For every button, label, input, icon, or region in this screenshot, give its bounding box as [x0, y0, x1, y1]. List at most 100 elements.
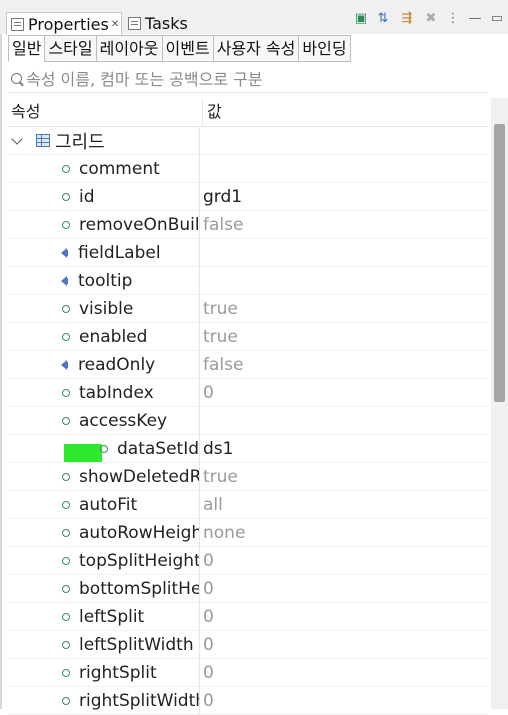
property-name-cell: autoFit	[8, 491, 200, 518]
property-table: 그리드 comment id grd1 removeOnBuild false field…	[8, 127, 488, 715]
property-name: topSplitHeight	[79, 550, 200, 571]
property-row[interactable]: showDeletedRowstrue	[8, 463, 488, 491]
tab-user-properties[interactable]: 사용자 속성	[212, 35, 300, 62]
filter-icon[interactable]: ⇶	[398, 10, 416, 28]
event-property-icon	[61, 247, 69, 258]
property-row[interactable]: rightSplit 0	[8, 659, 488, 687]
tab-binding[interactable]: 바인딩	[298, 35, 351, 62]
property-value[interactable]: 0	[200, 551, 214, 571]
property-filter-input[interactable]: 속성 이름, 컴마 또는 공백으로 구분	[8, 64, 488, 93]
more-icon[interactable]: ⋮	[444, 10, 462, 28]
property-value[interactable]: true	[200, 299, 238, 319]
property-row[interactable]: comment	[8, 155, 488, 183]
tab-properties-label: Properties	[28, 14, 109, 34]
property-row[interactable]: visible true	[8, 295, 488, 323]
property-row[interactable]: autoRowHeight none	[8, 519, 488, 547]
property-name-cell: showDeletedRows	[8, 463, 200, 490]
property-dot-icon	[62, 388, 70, 397]
property-row[interactable]: autoFit all	[8, 491, 488, 519]
sort-icon[interactable]: ⇅	[374, 10, 392, 28]
minimize-icon[interactable]: —	[466, 10, 484, 28]
tab-tasks[interactable]: Tasks	[124, 12, 188, 34]
tab-tasks-label: Tasks	[145, 13, 188, 33]
tab-style[interactable]: 스타일	[44, 35, 97, 62]
pin-icon[interactable]: ▣	[352, 10, 370, 28]
property-name-cell: bottomSplitHeight	[8, 575, 200, 602]
property-table-header: 속성 값	[8, 98, 488, 127]
property-name: autoRowHeight	[79, 522, 200, 543]
property-value[interactable]: 0	[200, 635, 214, 655]
property-row[interactable]: leftSplitWidth 0	[8, 631, 488, 659]
property-row[interactable]: readOnly false	[8, 351, 488, 379]
property-name: removeOnBuild	[79, 214, 200, 235]
property-name-cell: removeOnBuild	[8, 211, 200, 238]
property-value[interactable]: 0	[200, 663, 214, 683]
header-property: 속성	[8, 98, 203, 126]
property-name: readOnly	[78, 354, 156, 375]
property-name-cell: comment	[8, 155, 200, 182]
property-row[interactable]: id grd1	[8, 183, 488, 211]
event-property-icon	[61, 275, 69, 286]
property-name-cell: autoRowHeight	[8, 519, 200, 546]
tab-general[interactable]: 일반	[8, 35, 46, 62]
panel-left-edge	[0, 0, 2, 709]
property-value[interactable]: 0	[200, 383, 214, 403]
property-value[interactable]: all	[200, 495, 223, 515]
property-name-cell: fieldLabel	[8, 239, 200, 266]
property-row[interactable]: topSplitHeight 0	[8, 547, 488, 575]
property-name-cell: leftSplit	[8, 603, 200, 630]
property-name-cell: topSplitHeight	[8, 547, 200, 574]
property-value[interactable]: true	[200, 467, 238, 487]
clear-icon[interactable]: ✖	[422, 10, 440, 28]
property-dot-icon	[62, 332, 70, 341]
property-row[interactable]: fieldLabel	[8, 239, 488, 267]
chevron-down-icon[interactable]	[11, 132, 23, 145]
property-value[interactable]: ds1	[200, 439, 233, 459]
scrollbar-thumb[interactable]	[494, 124, 505, 402]
maximize-icon[interactable]: ▭	[488, 10, 506, 28]
property-row[interactable]: enabled true	[8, 323, 488, 351]
property-value[interactable]: true	[200, 327, 238, 347]
property-dot-icon	[62, 164, 70, 173]
property-name: enabled	[79, 326, 148, 347]
property-name-cell: rightSplit	[8, 659, 200, 686]
property-dot-icon	[62, 640, 70, 649]
property-name: showDeletedRows	[79, 466, 200, 487]
filter-placeholder: 속성 이름, 컴마 또는 공백으로 구분	[26, 70, 263, 89]
property-value[interactable]: 0	[200, 691, 214, 711]
property-name: accessKey	[79, 410, 168, 431]
property-dot-icon	[62, 192, 70, 201]
property-row[interactable]: dataSetId ds1	[8, 435, 488, 463]
property-value[interactable]: 0	[200, 579, 214, 599]
property-row[interactable]: tabIndex 0	[8, 379, 488, 407]
property-name: id	[79, 186, 95, 207]
close-icon[interactable]: ✕	[111, 19, 119, 30]
tab-event[interactable]: 이벤트	[161, 35, 214, 62]
property-row[interactable]: bottomSplitHeight0	[8, 575, 488, 603]
property-value[interactable]: false	[200, 215, 243, 235]
group-row-grid[interactable]: 그리드	[8, 127, 488, 155]
property-name: tooltip	[78, 270, 133, 291]
property-dot-icon	[62, 416, 70, 425]
property-dot-icon	[62, 696, 70, 705]
vertical-scrollbar[interactable]	[491, 98, 508, 709]
property-value[interactable]: 0	[200, 607, 214, 627]
property-row[interactable]: removeOnBuild false	[8, 211, 488, 239]
property-row[interactable]: accessKey	[8, 407, 488, 435]
property-name: bottomSplitHeight	[79, 578, 199, 599]
property-value[interactable]: false	[200, 355, 243, 375]
property-dot-icon	[62, 528, 70, 537]
tab-layout[interactable]: 레이아웃	[95, 35, 163, 62]
property-row[interactable]: rightSplitWidth 0	[8, 687, 488, 715]
property-name: rightSplitWidth	[79, 690, 200, 711]
property-name: fieldLabel	[78, 242, 161, 263]
property-name: visible	[79, 298, 134, 319]
property-dot-icon	[62, 556, 70, 565]
property-value[interactable]: none	[200, 523, 245, 543]
property-value[interactable]: grd1	[200, 187, 242, 207]
tab-properties[interactable]: Properties ✕	[6, 12, 123, 35]
property-row[interactable]: leftSplit 0	[8, 603, 488, 631]
property-row[interactable]: tooltip	[8, 267, 488, 295]
property-name-cell: accessKey	[8, 407, 200, 434]
property-name: leftSplitWidth	[79, 634, 194, 655]
